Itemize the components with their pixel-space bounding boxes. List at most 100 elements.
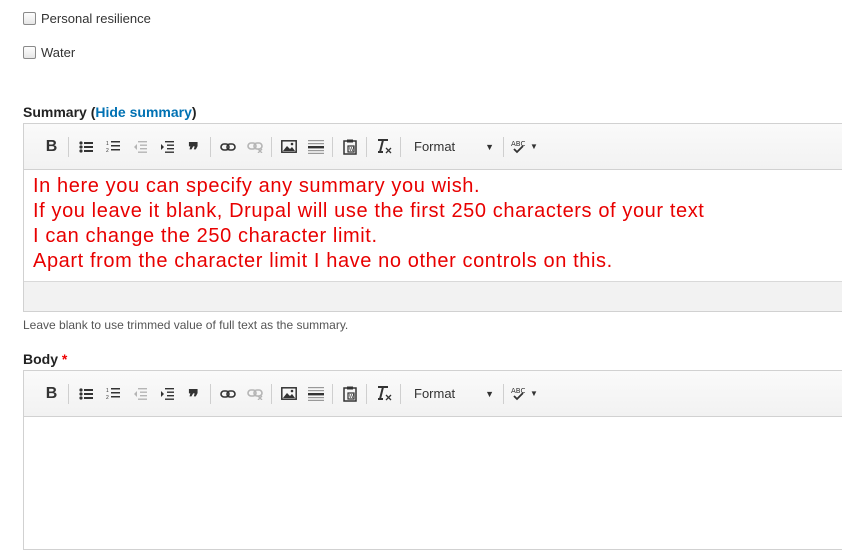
toolbar-separator	[366, 383, 367, 404]
blockquote-icon: ❞	[188, 384, 199, 409]
toolbar-separator	[210, 136, 211, 157]
checkbox-row-water[interactable]: Water	[23, 45, 75, 60]
format-label: Format	[414, 139, 456, 154]
toolbar-separator	[271, 383, 272, 404]
paste-icon: W	[342, 139, 357, 155]
toolbar-separator	[366, 136, 367, 157]
blockquote-button[interactable]: ❞	[180, 382, 207, 409]
body-label-text: Body	[23, 351, 58, 367]
toolbar-separator	[210, 383, 211, 404]
bulleted-list-button[interactable]	[72, 135, 99, 159]
body-label: Body *	[23, 351, 67, 367]
chevron-down-icon: ▼	[530, 389, 538, 398]
summary-line: I can change the 250 character limit.	[33, 225, 378, 247]
toolbar-separator	[503, 136, 504, 157]
image-icon	[280, 140, 297, 153]
bulleted-list-icon	[78, 387, 93, 400]
format-dropdown[interactable]: Format ▼	[404, 135, 500, 159]
link-icon	[219, 389, 236, 398]
svg-text:1: 1	[106, 388, 109, 394]
unlink-button[interactable]	[241, 135, 268, 159]
indent-button[interactable]	[153, 382, 180, 406]
link-icon	[219, 142, 236, 151]
editor-statusbar	[24, 281, 842, 311]
horizontal-rule-icon	[307, 386, 324, 401]
required-marker: *	[61, 351, 68, 367]
outdent-icon	[133, 387, 147, 400]
body-content[interactable]	[24, 417, 842, 557]
numbered-list-button[interactable]: 12	[99, 135, 126, 159]
unlink-icon	[246, 141, 263, 153]
toolbar-separator	[332, 383, 333, 404]
bulleted-list-icon	[78, 140, 93, 153]
image-button[interactable]	[275, 382, 302, 406]
numbered-list-icon: 12	[106, 141, 120, 153]
image-icon	[280, 387, 297, 400]
toolbar-separator	[68, 383, 69, 404]
bold-button[interactable]: B	[38, 135, 65, 159]
indent-icon	[160, 140, 174, 153]
remove-format-button[interactable]	[370, 135, 397, 159]
blockquote-icon: ❞	[188, 137, 199, 162]
summary-line: In here you can specify any summary you …	[33, 175, 481, 197]
checkbox-row-personal-resilience[interactable]: Personal resilience	[23, 11, 151, 26]
format-dropdown[interactable]: Format ▼	[404, 382, 500, 406]
numbered-list-button[interactable]: 12	[99, 382, 126, 406]
body-toolbar: B 12 ❞ W Format ▼ ABC ▼	[24, 371, 842, 417]
remove-format-button[interactable]	[370, 382, 397, 406]
horizontal-rule-icon	[307, 139, 324, 154]
link-button[interactable]	[214, 135, 241, 159]
spellcheck-icon: ABC	[511, 140, 525, 154]
link-button[interactable]	[214, 382, 241, 406]
indent-button[interactable]	[153, 135, 180, 159]
summary-content[interactable]: In here you can specify any summary you …	[24, 170, 842, 281]
format-label: Format	[414, 386, 456, 401]
spellcheck-button[interactable]: ABC ▼	[507, 139, 542, 154]
summary-line: If you leave it blank, Drupal will use t…	[33, 200, 705, 222]
chevron-down-icon: ▼	[485, 141, 494, 152]
outdent-icon	[133, 140, 147, 153]
bulleted-list-button[interactable]	[72, 382, 99, 406]
toolbar-separator	[503, 383, 504, 404]
checkbox-label[interactable]: Personal resilience	[41, 11, 151, 26]
summary-toolbar: B 12 ❞ W Format ▼ ABC ▼	[24, 124, 842, 170]
spellcheck-button[interactable]: ABC ▼	[507, 386, 542, 401]
hide-summary-link[interactable]: Hide summary	[95, 104, 191, 120]
spellcheck-icon: ABC	[511, 387, 525, 401]
water-checkbox[interactable]	[23, 46, 36, 59]
paste-from-word-button[interactable]: W	[336, 382, 363, 406]
remove-format-icon	[377, 386, 391, 401]
bold-icon: B	[45, 137, 58, 155]
paren-close: )	[191, 104, 197, 120]
toolbar-separator	[271, 136, 272, 157]
paste-from-word-button[interactable]: W	[336, 135, 363, 159]
unlink-button[interactable]	[241, 382, 268, 406]
summary-description: Leave blank to use trimmed value of full…	[23, 318, 349, 332]
svg-text:W: W	[349, 394, 354, 400]
toolbar-separator	[400, 383, 401, 404]
svg-text:W: W	[349, 147, 354, 153]
blockquote-button[interactable]: ❞	[180, 135, 207, 162]
horizontal-rule-button[interactable]	[302, 135, 329, 159]
horizontal-rule-button[interactable]	[302, 382, 329, 406]
svg-text:2: 2	[106, 395, 109, 400]
checkbox-label[interactable]: Water	[41, 45, 75, 60]
outdent-button[interactable]	[126, 382, 153, 406]
bold-button[interactable]: B	[38, 382, 65, 406]
summary-editor: B 12 ❞ W Format ▼ ABC ▼ In here you can …	[23, 123, 842, 312]
indent-icon	[160, 387, 174, 400]
toolbar-separator	[400, 136, 401, 157]
toolbar-separator	[332, 136, 333, 157]
bold-icon: B	[45, 384, 58, 402]
outdent-button[interactable]	[126, 135, 153, 159]
chevron-down-icon: ▼	[530, 142, 538, 151]
numbered-list-icon: 12	[106, 388, 120, 400]
image-button[interactable]	[275, 135, 302, 159]
unlink-icon	[246, 388, 263, 400]
remove-format-icon	[377, 139, 391, 154]
summary-label-text: Summary	[23, 104, 87, 120]
svg-text:1: 1	[106, 141, 109, 147]
paste-icon: W	[342, 386, 357, 402]
personal-resilience-checkbox[interactable]	[23, 12, 36, 25]
chevron-down-icon: ▼	[485, 388, 494, 399]
